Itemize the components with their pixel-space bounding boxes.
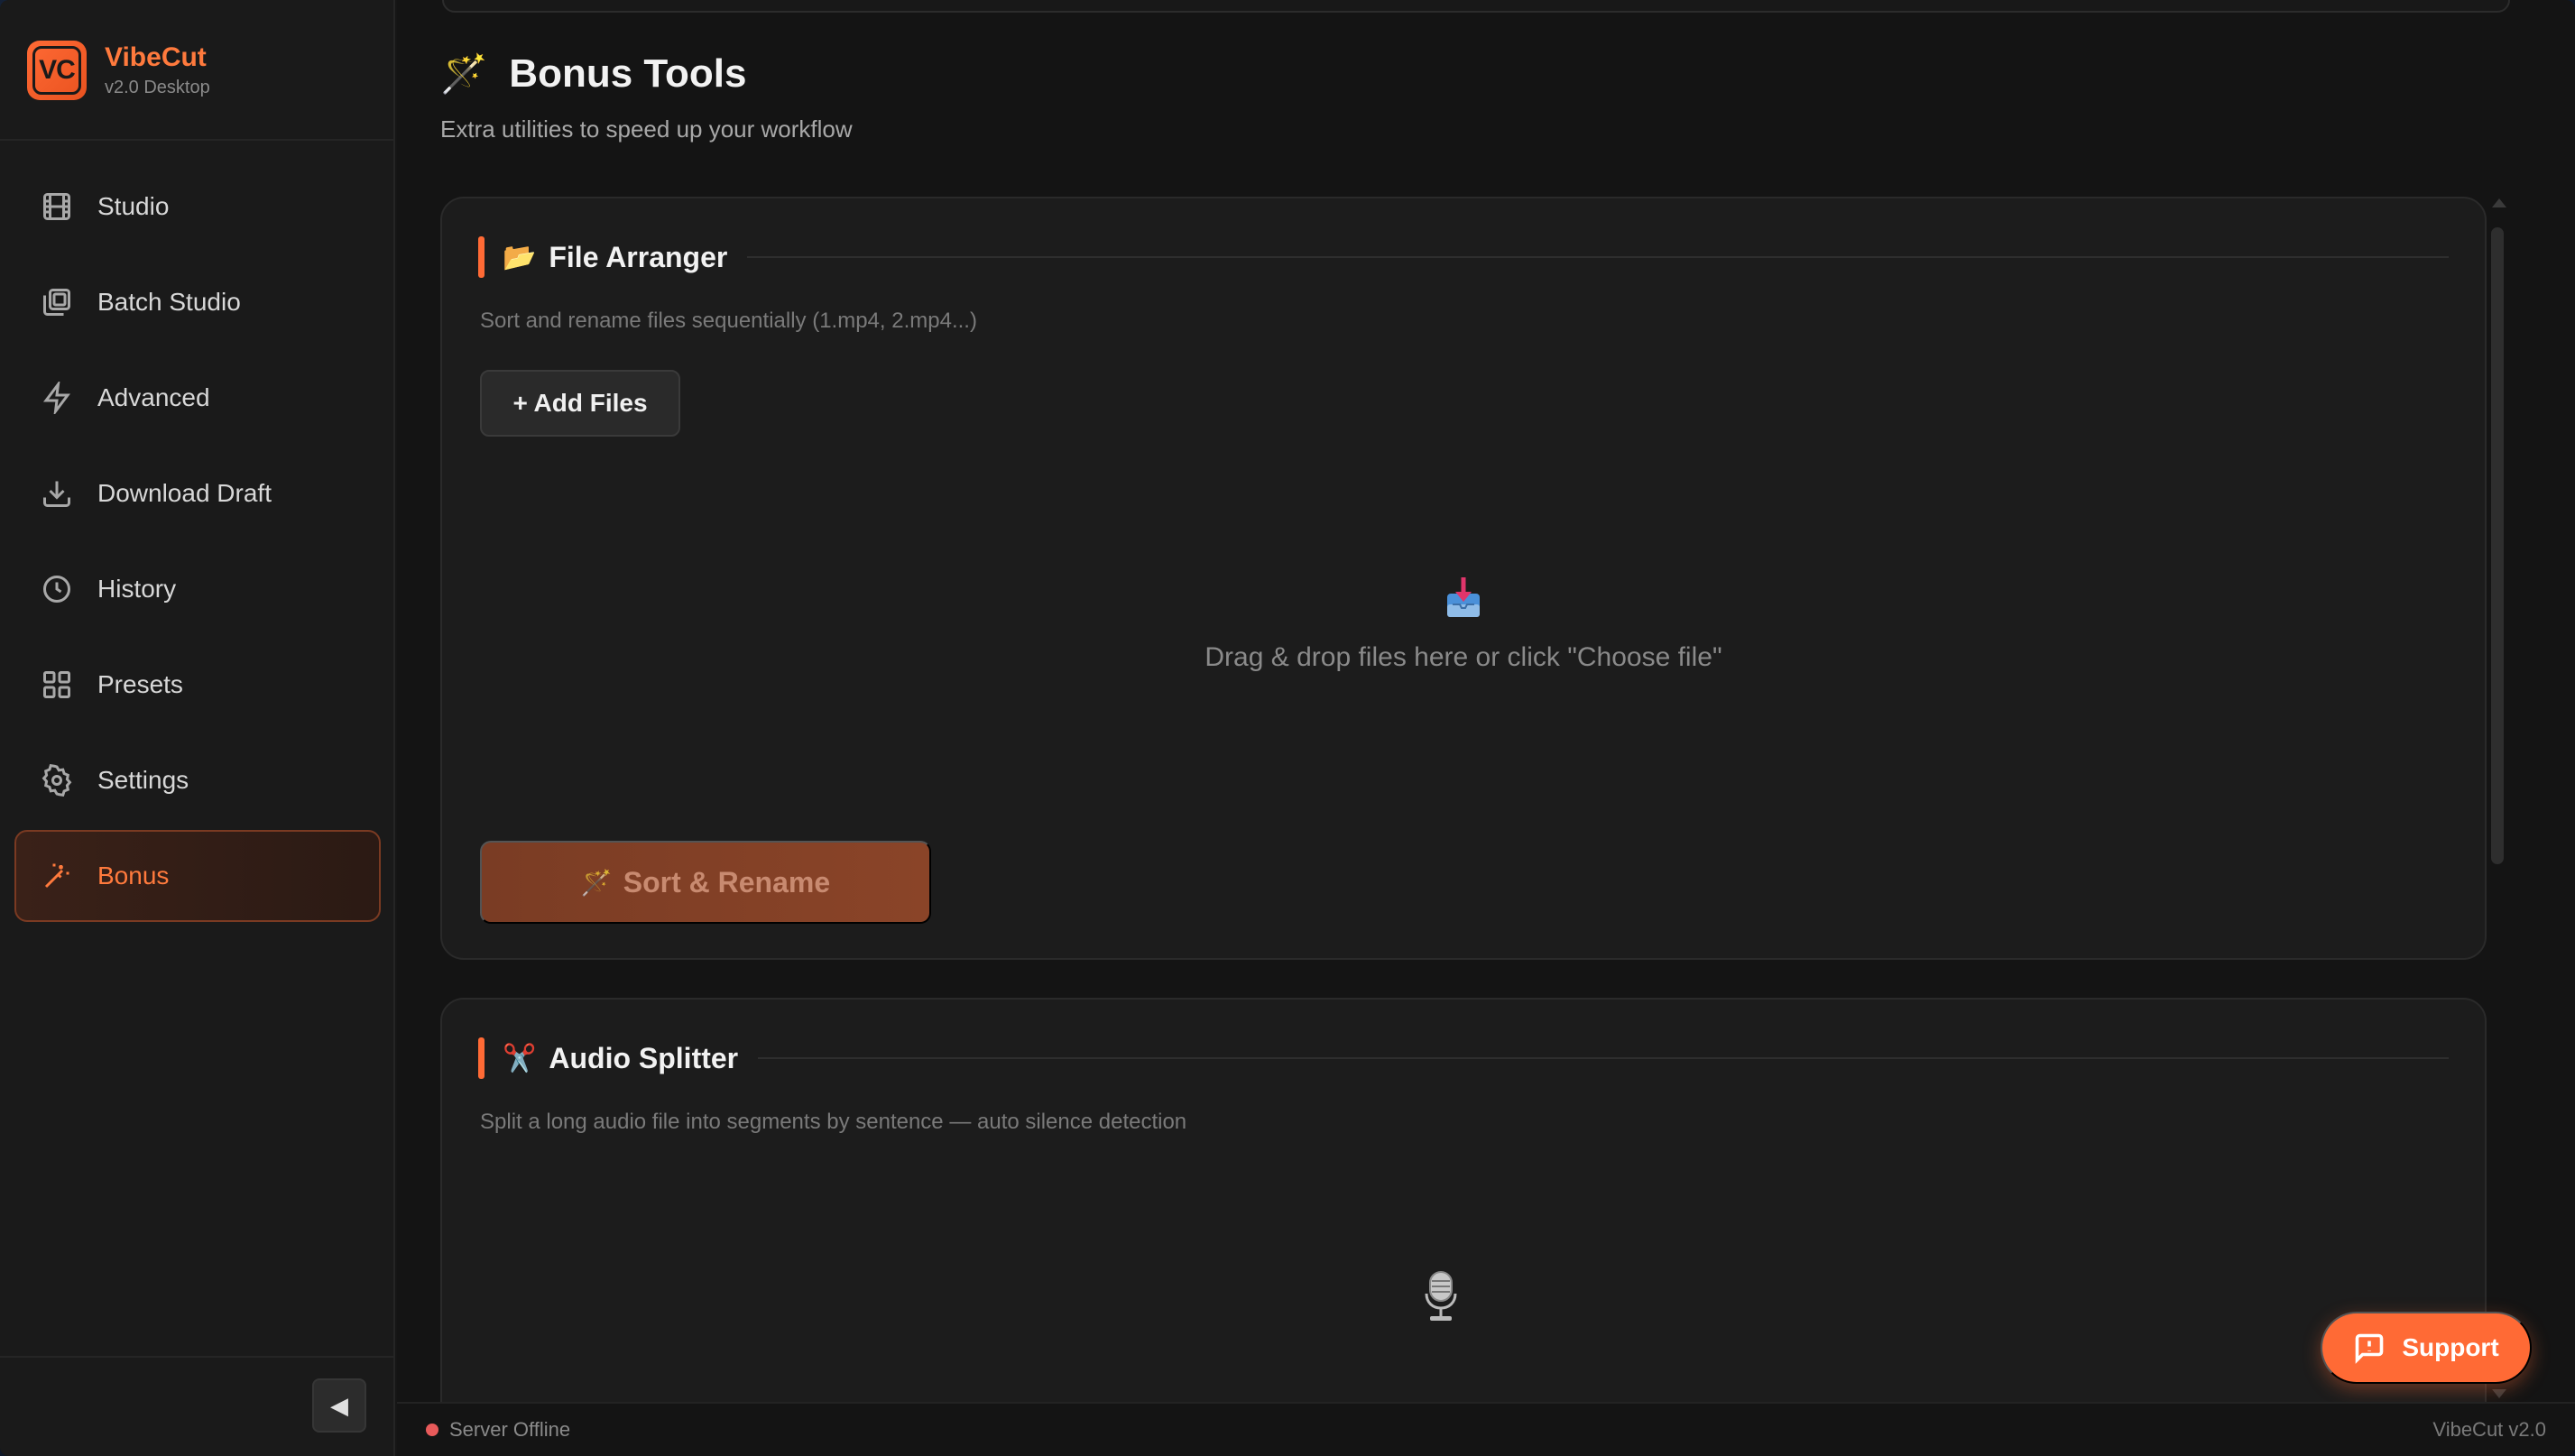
file-dropzone[interactable]: Drag & drop files here or click "Choose … xyxy=(442,577,2485,673)
card-description: Split a long audio file into segments by… xyxy=(480,1110,1187,1134)
scroll-up-arrow-icon[interactable] xyxy=(2492,198,2506,207)
page-subtitle: Extra utilities to speed up your workflo… xyxy=(440,115,853,143)
page-title: Bonus Tools xyxy=(509,51,747,96)
scroll-down-arrow-icon[interactable] xyxy=(2492,1389,2506,1398)
sidebar-item-advanced[interactable]: Advanced xyxy=(14,352,381,444)
server-status-text: Server Offline xyxy=(449,1418,571,1441)
add-files-button[interactable]: + Add Files xyxy=(480,370,680,437)
card-title: Audio Splitter xyxy=(549,1041,739,1074)
microphone-icon xyxy=(1423,1270,1459,1322)
app-version: v2.0 Desktop xyxy=(105,78,210,97)
lightning-icon xyxy=(40,381,74,415)
layers-icon xyxy=(40,285,74,319)
gear-icon xyxy=(40,763,74,797)
app-name: VibeCut xyxy=(105,42,207,72)
sidebar-item-label: Settings xyxy=(97,766,189,794)
support-button[interactable]: Support xyxy=(2321,1312,2532,1384)
app-window: VC VibeCut v2.0 Desktop Studio Batch Stu… xyxy=(0,0,2575,1456)
server-status: Server Offline xyxy=(426,1418,570,1442)
sidebar-item-download-draft[interactable]: Download Draft xyxy=(14,447,381,539)
scrollbar[interactable] xyxy=(2488,198,2506,1402)
main-content: 🪄 Bonus Tools Extra utilities to speed u… xyxy=(397,0,2575,1431)
folder-icon: 📂 xyxy=(503,242,537,272)
scissors-icon: ✂️ xyxy=(503,1043,537,1074)
divider xyxy=(0,139,395,141)
file-arranger-card: 📂 File Arranger Sort and rename files se… xyxy=(440,197,2487,960)
magic-wand-icon: 🪄 xyxy=(580,868,613,897)
sidebar-item-label: Bonus xyxy=(97,862,170,889)
sidebar-item-presets[interactable]: Presets xyxy=(14,639,381,731)
collapse-left-icon: ◀ xyxy=(330,1391,348,1419)
sort-rename-button[interactable]: 🪄 Sort & Rename xyxy=(480,841,931,924)
card-header: ✂️ Audio Splitter xyxy=(478,1036,2449,1081)
top-card-edge xyxy=(442,0,2510,13)
divider xyxy=(758,1057,2449,1059)
sidebar-item-studio[interactable]: Studio xyxy=(14,161,381,253)
sidebar-item-label: Advanced xyxy=(97,383,210,411)
sidebar-item-batch-studio[interactable]: Batch Studio xyxy=(14,256,381,348)
audio-splitter-card: ✂️ Audio Splitter Split a long audio fil… xyxy=(440,998,2487,1431)
logo-text: VC xyxy=(32,46,81,95)
download-icon xyxy=(40,476,74,511)
support-label: Support xyxy=(2402,1333,2499,1361)
sidebar-item-label: History xyxy=(97,575,177,603)
status-dot-icon xyxy=(426,1424,438,1436)
collapse-sidebar-button[interactable]: ◀ xyxy=(312,1378,366,1433)
app-version-footer: VibeCut v2.0 xyxy=(2432,1418,2546,1441)
app-logo: VC xyxy=(27,41,87,100)
sidebar-item-label: Download Draft xyxy=(97,479,272,507)
accent-bar xyxy=(478,1037,485,1079)
magic-wand-icon xyxy=(40,859,74,893)
inbox-tray-icon xyxy=(1445,577,1481,619)
divider xyxy=(747,256,2449,258)
sidebar-item-label: Batch Studio xyxy=(97,288,241,316)
card-title: File Arranger xyxy=(549,240,728,273)
sidebar-nav: Studio Batch Studio Advanced Download Dr… xyxy=(14,161,381,926)
accent-bar xyxy=(478,236,485,278)
divider xyxy=(0,1356,395,1358)
card-description: Sort and rename files sequentially (1.mp… xyxy=(480,309,977,333)
sidebar-item-history[interactable]: History xyxy=(14,543,381,635)
status-bar: Server Offline VibeCut v2.0 xyxy=(397,1402,2575,1456)
sidebar-item-label: Presets xyxy=(97,670,183,698)
grid-icon xyxy=(40,668,74,702)
sidebar: VC VibeCut v2.0 Desktop Studio Batch Stu… xyxy=(0,0,395,1456)
sidebar-item-label: Studio xyxy=(97,192,170,220)
scroll-thumb[interactable] xyxy=(2491,227,2504,864)
message-alert-icon xyxy=(2356,1333,2384,1364)
button-label: Sort & Rename xyxy=(623,865,831,898)
magic-wand-icon: 🪄 xyxy=(440,51,488,95)
dropzone-text: Drag & drop files here or click "Choose … xyxy=(1204,642,1722,672)
sidebar-item-settings[interactable]: Settings xyxy=(14,734,381,826)
clock-icon xyxy=(40,572,74,606)
page-header: 🪄 Bonus Tools Extra utilities to speed u… xyxy=(440,49,853,143)
film-icon xyxy=(40,189,74,224)
brand[interactable]: VC VibeCut v2.0 Desktop xyxy=(27,38,210,103)
sidebar-item-bonus[interactable]: Bonus xyxy=(14,830,381,922)
card-header: 📂 File Arranger xyxy=(478,235,2449,280)
